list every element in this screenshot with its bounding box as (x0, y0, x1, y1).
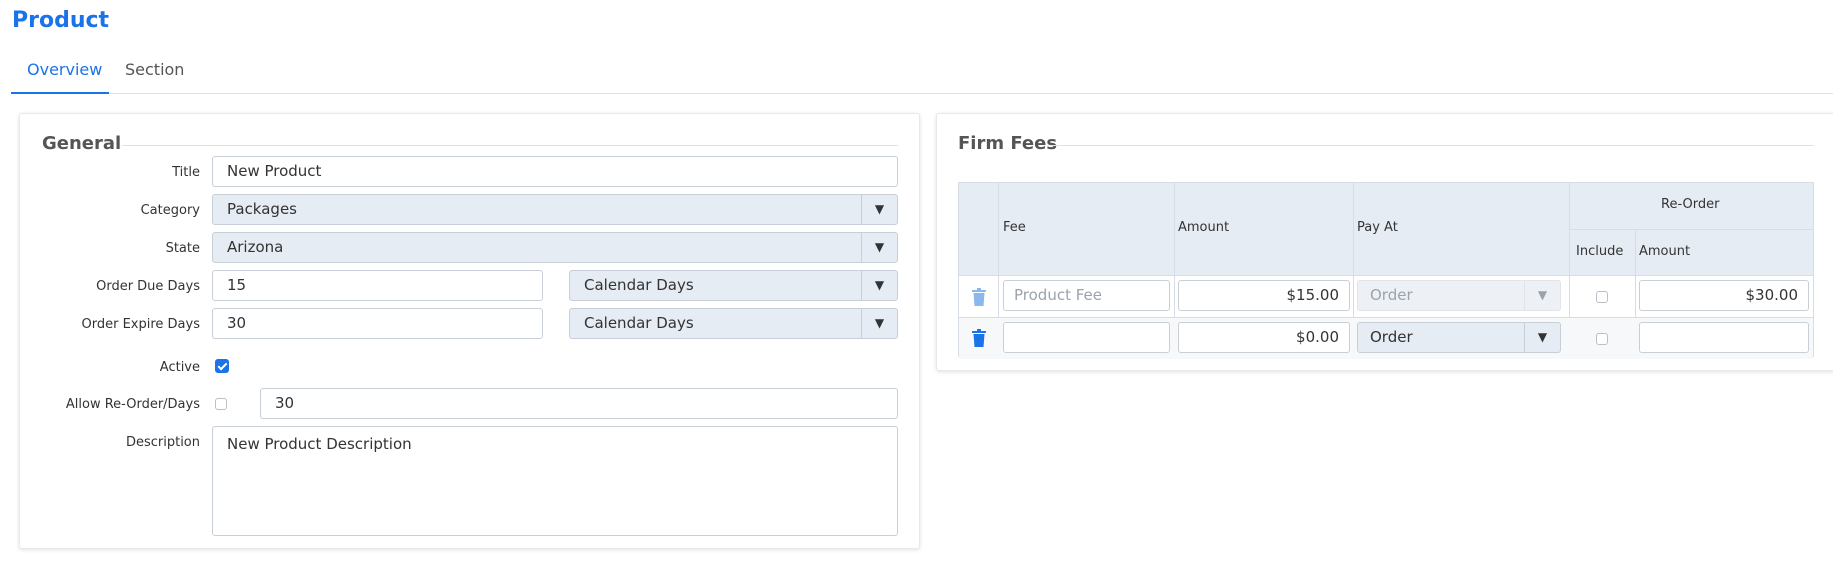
trash-icon[interactable] (971, 288, 987, 306)
due-days-input[interactable]: 15 (212, 270, 543, 301)
table-row: $0.00 Order ▼ (959, 318, 1813, 359)
description-label: Description (125, 435, 200, 450)
pay-at-select[interactable]: Order ▼ (1357, 322, 1561, 353)
state-label: State (165, 241, 200, 256)
chevron-down-icon[interactable]: ▼ (1524, 323, 1560, 352)
fee-input[interactable] (1003, 322, 1170, 353)
pay-at-value: Order (1370, 286, 1413, 304)
amount-column-header: Amount (1178, 220, 1230, 235)
title-input[interactable]: New Product (212, 156, 898, 187)
expire-days-label: Order Expire Days (81, 317, 200, 332)
pay-at-column-header: Pay At (1357, 220, 1398, 235)
chevron-down-icon[interactable]: ▼ (1524, 281, 1560, 310)
include-checkbox[interactable] (1596, 291, 1608, 303)
category-value: Packages (227, 200, 297, 218)
title-label: Title (172, 165, 200, 180)
pay-at-value: Order (1370, 328, 1413, 346)
reorder-checkbox[interactable] (215, 398, 227, 410)
active-label: Active (159, 360, 200, 375)
reorder-group-header: Re-Order (1661, 197, 1720, 212)
table-row: Product Fee $15.00 Order ▼ $30.00 (959, 276, 1813, 317)
firm-fees-panel: Firm Fees Fee Amount Pay At Re-Order Inc… (936, 113, 1833, 371)
general-panel: General Title New Product Category Packa… (19, 113, 920, 549)
due-days-unit-value: Calendar Days (584, 276, 694, 294)
chevron-down-icon[interactable]: ▼ (861, 309, 897, 338)
reorder-amount-input[interactable] (1639, 322, 1809, 353)
tab-section[interactable]: Section (109, 52, 209, 94)
fee-input[interactable]: Product Fee (1003, 280, 1170, 311)
category-label: Category (140, 203, 200, 218)
tab-overview[interactable]: Overview (11, 52, 109, 94)
reorder-label: Allow Re-Order/Days (65, 397, 200, 412)
pay-at-select[interactable]: Order ▼ (1357, 280, 1561, 311)
trash-icon[interactable] (971, 329, 987, 347)
reorder-days-input[interactable]: 30 (260, 388, 898, 419)
fees-grid: Fee Amount Pay At Re-Order Include Amoun… (958, 182, 1814, 359)
general-legend: General (42, 133, 122, 154)
reorder-amount-column-header: Amount (1639, 244, 1691, 259)
amount-input[interactable]: $0.00 (1178, 322, 1350, 353)
expire-days-unit-value: Calendar Days (584, 314, 694, 332)
state-value: Arizona (227, 238, 284, 256)
fee-column-header: Fee (1003, 220, 1026, 235)
header-divider (1569, 229, 1813, 230)
chevron-down-icon[interactable]: ▼ (861, 233, 897, 262)
expire-days-input[interactable]: 30 (212, 308, 543, 339)
chevron-down-icon[interactable]: ▼ (861, 271, 897, 300)
state-select[interactable]: Arizona ▼ (212, 232, 898, 263)
page-title: Product (12, 8, 110, 33)
active-checkbox[interactable] (215, 359, 229, 373)
expire-days-unit-select[interactable]: Calendar Days ▼ (569, 308, 898, 339)
due-days-unit-select[interactable]: Calendar Days ▼ (569, 270, 898, 301)
chevron-down-icon[interactable]: ▼ (861, 195, 897, 224)
category-select[interactable]: Packages ▼ (212, 194, 898, 225)
firm-fees-legend: Firm Fees (958, 133, 1058, 154)
due-days-label: Order Due Days (96, 279, 200, 294)
general-divider (122, 145, 898, 146)
include-checkbox[interactable] (1596, 333, 1608, 345)
include-column-header: Include (1576, 244, 1624, 259)
description-textarea[interactable]: New Product Description (212, 426, 898, 536)
tab-bar: Overview Section (11, 52, 1833, 94)
firm-fees-divider (1051, 145, 1814, 146)
amount-input[interactable]: $15.00 (1178, 280, 1350, 311)
fees-grid-header: Fee Amount Pay At Re-Order Include Amoun… (959, 183, 1813, 276)
reorder-amount-input[interactable]: $30.00 (1639, 280, 1809, 311)
